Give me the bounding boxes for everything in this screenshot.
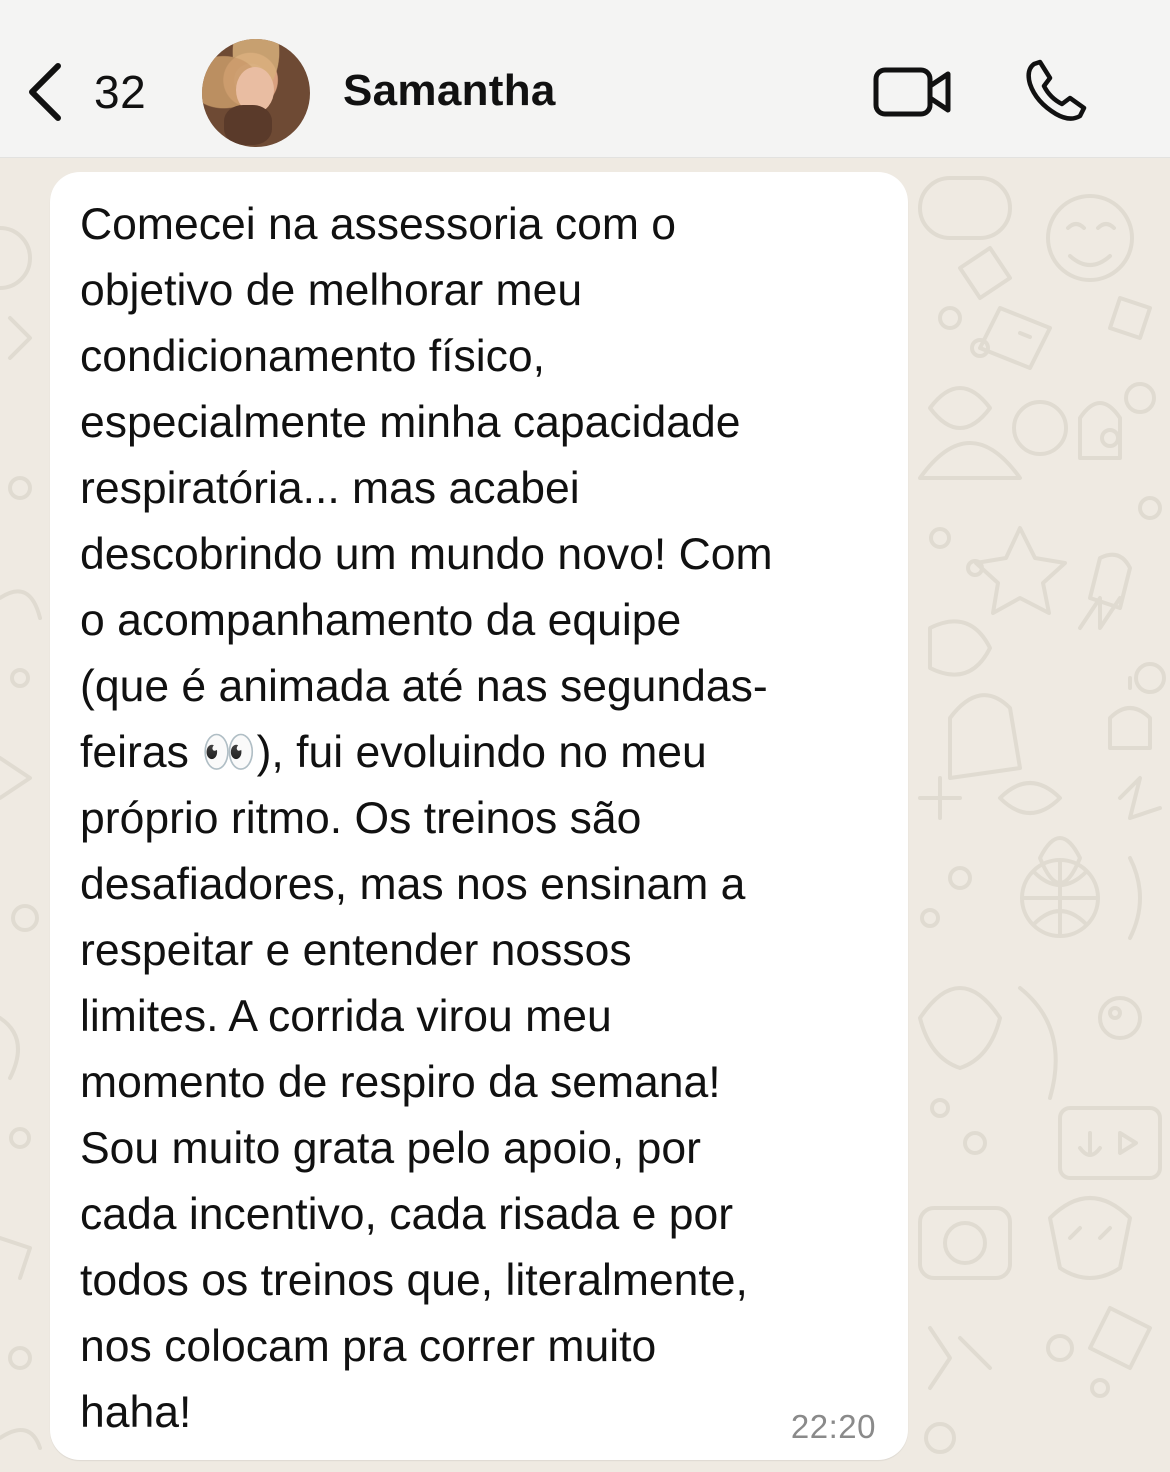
avatar-hand — [224, 105, 272, 145]
message-line: Sou muito grata pelo apoio, por — [80, 1124, 701, 1173]
message-line: desafiadores, mas nos ensinam a — [80, 860, 746, 909]
message-line: condicionamento físico, — [80, 332, 546, 381]
message-line: o acompanhamento da equipe — [80, 596, 682, 645]
message-line: haha! — [80, 1388, 192, 1437]
message-line: respeitar e entender nossos — [80, 926, 632, 975]
contact-name[interactable]: Samantha — [343, 66, 556, 116]
message-bubble[interactable]: Comecei na assessoria com o objetivo de … — [50, 172, 908, 1460]
unread-count-badge: 32 — [94, 66, 147, 118]
message-line: nos colocam pra correr muito — [80, 1322, 657, 1371]
message-line: especialmente minha capacidade — [80, 398, 741, 447]
chat-header: 32 Samantha — [0, 0, 1170, 158]
phone-icon — [1026, 59, 1087, 121]
message-line: próprio ritmo. Os treinos são — [80, 794, 642, 843]
message-line: feiras 👀), fui evoluindo no meu — [80, 728, 707, 777]
message-line: momento de respiro da semana! — [80, 1058, 721, 1107]
message-line: objetivo de melhorar meu — [80, 266, 583, 315]
message-line: cada incentivo, cada risada e por — [80, 1190, 734, 1239]
message-line: descobrindo um mundo novo! Com — [80, 530, 773, 579]
video-call-button[interactable] — [872, 62, 954, 120]
message-text: Comecei na assessoria com o objetivo de … — [80, 192, 900, 1446]
message-line: respiratória... mas acabei — [80, 464, 580, 513]
back-button[interactable]: 32 — [20, 56, 170, 128]
message-line: todos os treinos que, literalmente, — [80, 1256, 748, 1305]
message-timestamp: 22:20 — [790, 1408, 876, 1445]
video-camera-icon — [873, 67, 951, 117]
chevron-left-icon — [29, 63, 61, 121]
message-line: Comecei na assessoria com o — [80, 200, 677, 249]
message-line: limites. A corrida virou meu — [80, 992, 612, 1041]
chat-screen: 32 Samantha Comecei na assessoria com o … — [0, 0, 1170, 1472]
avatar[interactable] — [202, 39, 310, 147]
message-line: (que é animada até nas segundas- — [80, 662, 768, 711]
voice-call-button[interactable] — [1022, 56, 1090, 124]
